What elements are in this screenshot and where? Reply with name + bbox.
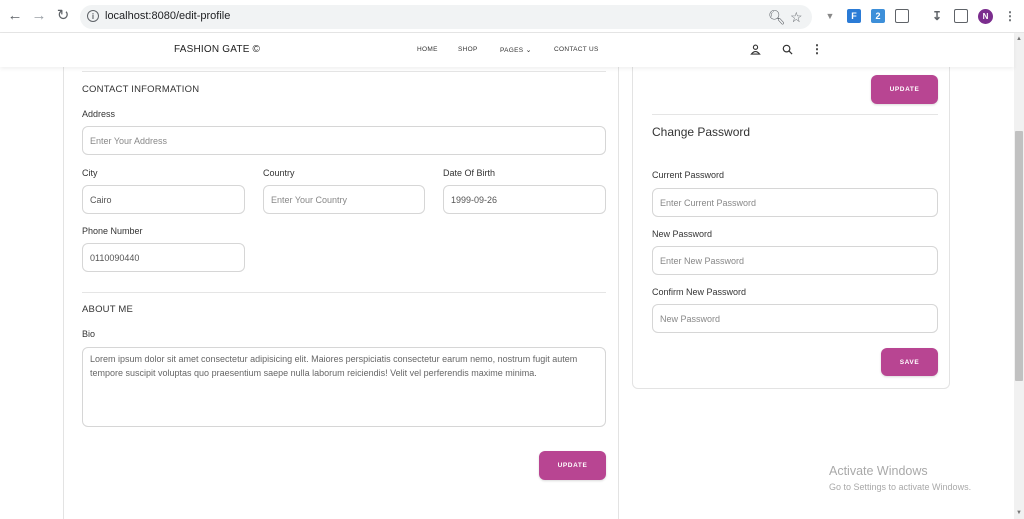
extension-fi-icon[interactable]: F (847, 9, 861, 23)
chevron-down-icon: ⌄ (523, 47, 532, 54)
current-password-input[interactable]: Enter Current Password (652, 188, 938, 217)
country-input[interactable]: Enter Your Country (263, 185, 425, 214)
phone-input[interactable]: 0110090440 (82, 243, 245, 272)
dob-label: Date Of Birth (443, 168, 496, 178)
bookmark-star-icon[interactable]: ☆ (790, 9, 803, 26)
nav-home[interactable]: HOME (417, 46, 438, 53)
country-label: Country (263, 168, 295, 178)
profile-avatar[interactable]: N (978, 9, 993, 24)
url-text: localhost:8080/edit-profile (105, 10, 231, 22)
update-top-button[interactable]: UPDATE (871, 75, 938, 104)
extension-v-icon[interactable]: ▼ (823, 9, 837, 23)
confirm-password-label: Confirm New Password (652, 287, 747, 297)
nav-pages-label: PAGES (500, 47, 524, 54)
bio-textarea[interactable]: Lorem ipsum dolor sit amet consectetur a… (82, 347, 606, 427)
current-password-label: Current Password (652, 170, 725, 180)
phone-label: Phone Number (82, 226, 143, 236)
download-icon[interactable]: ↧ (930, 9, 944, 23)
activate-windows-subtitle: Go to Settings to activate Windows. (829, 482, 972, 492)
brand-logo[interactable]: FASHION GATE © (174, 44, 260, 55)
site-info-icon[interactable]: i (87, 10, 99, 22)
scroll-up-icon[interactable]: ▲ (1014, 34, 1024, 44)
scroll-down-icon[interactable]: ▼ (1014, 508, 1024, 518)
address-input[interactable]: Enter Your Address (82, 126, 606, 155)
back-arrow-icon[interactable]: ← (7, 8, 23, 24)
nav-pages[interactable]: PAGES ⌄ (500, 46, 532, 54)
dob-input[interactable]: 1999-09-26 (443, 185, 606, 214)
bio-label: Bio (82, 329, 96, 339)
browser-menu-icon[interactable]: ⋮ (1003, 9, 1017, 23)
address-label: Address (82, 109, 116, 119)
address-bar[interactable]: i localhost:8080/edit-profile 🔍︎ ☆ (80, 5, 812, 29)
new-password-input[interactable]: Enter New Password (652, 246, 938, 275)
extensions-puzzle-icon[interactable] (895, 9, 909, 23)
side-panel-icon[interactable] (954, 9, 968, 23)
divider (82, 71, 606, 72)
nav-shop[interactable]: SHOP (458, 46, 478, 53)
forward-arrow-icon[interactable]: → (31, 8, 47, 24)
change-password-title: Change Password (652, 125, 751, 139)
about-section-title: ABOUT ME (82, 304, 134, 315)
city-input[interactable]: Cairo (82, 185, 245, 214)
site-header: FASHION GATE © HOME SHOP PAGES ⌄ CONTACT… (0, 33, 1014, 67)
divider (652, 114, 938, 115)
contact-section-title: CONTACT INFORMATION (82, 84, 200, 95)
nav-contact[interactable]: CONTACT US (554, 46, 599, 53)
activate-windows-title: Activate Windows (829, 464, 928, 478)
new-password-label: New Password (652, 229, 713, 239)
divider (82, 292, 606, 293)
search-icon[interactable] (780, 42, 794, 56)
city-label: City (82, 168, 98, 178)
update-profile-button[interactable]: UPDATE (539, 451, 606, 480)
scrollbar-thumb[interactable] (1015, 131, 1023, 381)
extension-2-icon[interactable]: 2 (871, 9, 885, 23)
more-vertical-icon[interactable]: ⋮ (810, 42, 824, 56)
confirm-password-input[interactable]: New Password (652, 304, 938, 333)
browser-toolbar: ← → ↻ i localhost:8080/edit-profile 🔍︎ ☆… (0, 0, 1024, 33)
save-password-button[interactable]: SAVE (881, 348, 938, 376)
password-card (632, 55, 950, 389)
zoom-icon[interactable]: 🔍︎ (768, 9, 786, 26)
user-icon[interactable] (748, 42, 762, 56)
reload-icon[interactable]: ↻ (55, 8, 71, 24)
